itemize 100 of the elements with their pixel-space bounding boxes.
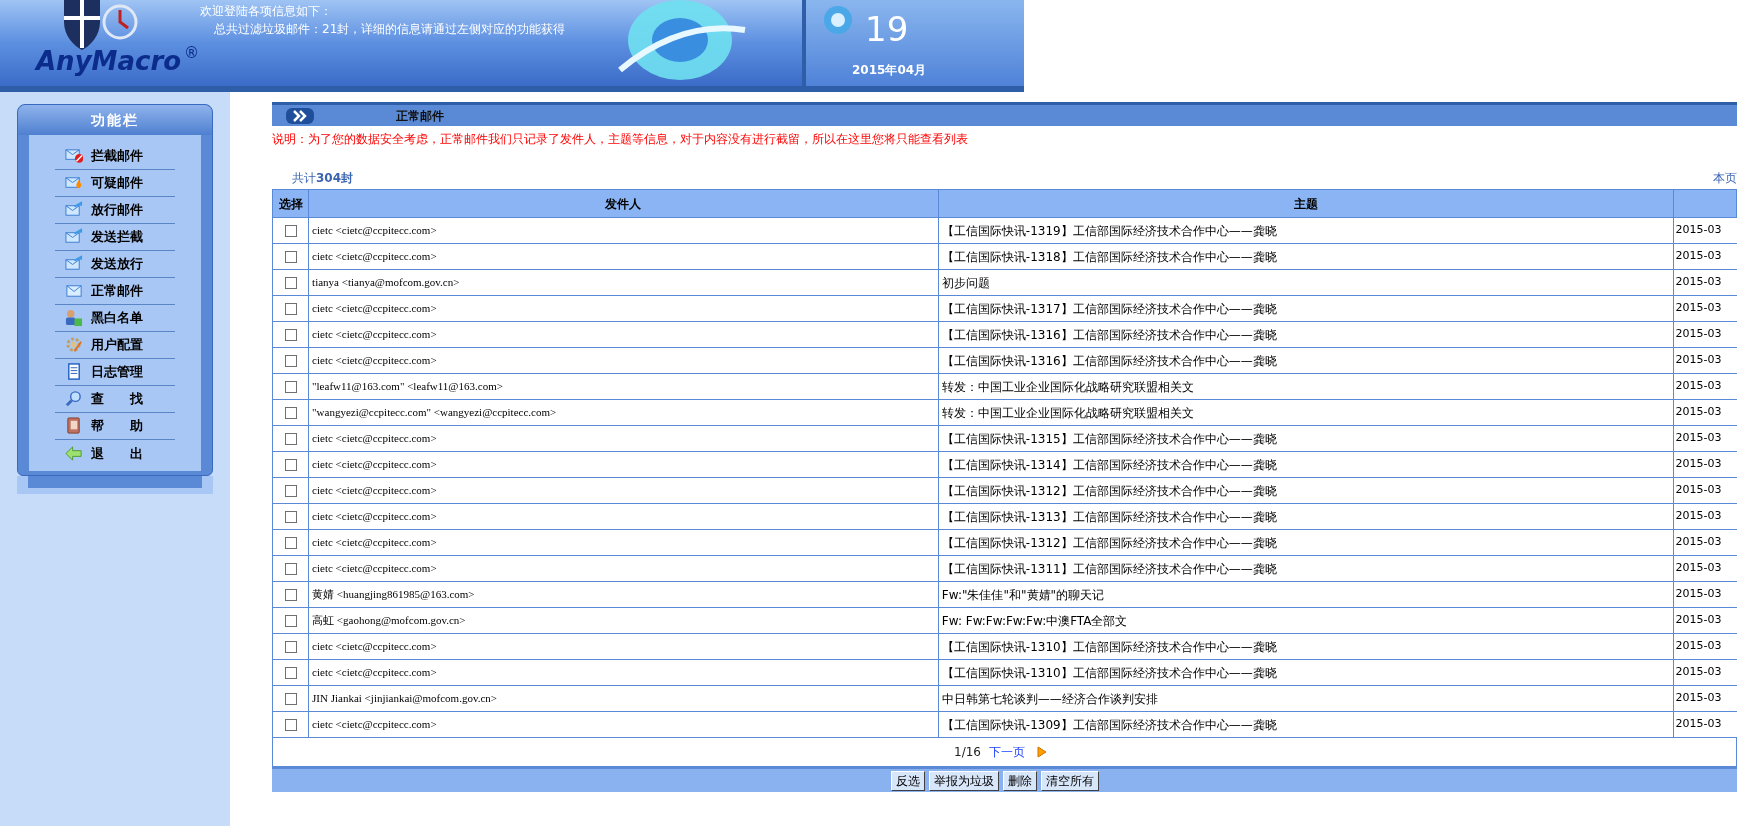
sender-cell: "leafw11@163.com" <leafw11@163.com> [308,373,939,400]
subject-cell: 【工信国际快讯-1316】工信部国际经济技术合作中心——龚晓 [938,347,1674,374]
sender-cell: 黄婧 <huangjing861985@163.com> [308,581,939,608]
subject-cell: 【工信国际快讯-1310】工信部国际经济技术合作中心——龚晓 [938,659,1674,686]
row-checkbox[interactable] [284,277,297,289]
day-number: 19 [865,12,909,46]
row-checkbox[interactable] [284,537,297,549]
sender-cell: cietc <cietc@ccpitecc.com> [308,477,939,504]
subject-cell: 【工信国际快讯-1316】工信部国际经济技术合作中心——龚晓 [938,321,1674,348]
subject-cell: Fw:"朱佳佳"和"黄婧"的聊天记 [938,581,1674,608]
row-checkbox[interactable] [284,563,297,575]
sender-cell: 高虹 <gaohong@mofcom.gov.cn> [308,607,939,634]
search-icon[interactable] [65,390,83,408]
document-icon[interactable] [65,363,83,381]
sender-cell: cietc <cietc@ccpitecc.com> [308,555,939,582]
subject-cell: 【工信国际快讯-1314】工信部国际经济技术合作中心——龚晓 [938,451,1674,478]
row-checkbox[interactable] [284,667,297,679]
subject-cell: 【工信国际快讯-1309】工信部国际经济技术合作中心——龚晓 [938,711,1674,738]
column-header: 选择 [272,189,309,218]
month-text: 2015年04月 [852,62,927,79]
subject-cell: 【工信国际快讯-1311】工信部国际经济技术合作中心——龚晓 [938,555,1674,582]
subject-cell: 【工信国际快讯-1312】工信部国际经济技术合作中心——龚晓 [938,477,1674,504]
row-checkbox[interactable] [284,615,297,627]
row-checkbox[interactable] [284,355,297,367]
subject-cell: 【工信国际快讯-1317】工信部国际经济技术合作中心——龚晓 [938,295,1674,322]
subject-cell: 【工信国际快讯-1312】工信部国际经济技术合作中心——龚晓 [938,529,1674,556]
page-label[interactable]: 本页 [1713,169,1737,187]
subject-cell: 转发：中国工业企业国际化战略研究联盟相关文 [938,399,1674,426]
row-checkbox[interactable] [284,381,297,393]
mail-arrow-icon[interactable] [65,228,83,246]
total-count: 共计304封 [292,170,354,187]
sidebar-item[interactable]: 查 找 [91,389,143,409]
sender-cell: cietc <cietc@ccpitecc.com> [308,243,939,270]
sidebar-item[interactable]: 拦截邮件 [91,146,143,166]
row-checkbox[interactable] [284,407,297,419]
row-checkbox[interactable] [284,225,297,237]
subject-cell: 中日韩第七轮谈判——经济合作谈判安排 [938,685,1674,712]
row-checkbox[interactable] [284,693,297,705]
sender-cell: JIN Jiankai <jinjiankai@mofcom.gov.cn> [308,685,939,712]
subject-cell: 【工信国际快讯-1319】工信部国际经济技术合作中心——龚晓 [938,217,1674,244]
sidebar-item[interactable]: 黑白名单 [91,308,143,328]
row-checkbox[interactable] [284,329,297,341]
action-button[interactable]: 清空所有 [1041,770,1099,791]
sender-cell: cietc <cietc@ccpitecc.com> [308,451,939,478]
sender-cell: cietc <cietc@ccpitecc.com> [308,711,939,738]
subject-cell: 【工信国际快讯-1313】工信部国际经济技术合作中心——龚晓 [938,503,1674,530]
book-icon[interactable] [65,417,83,435]
sender-cell: cietc <cietc@ccpitecc.com> [308,347,939,374]
sender-cell: "wangyezi@ccpitecc.com" <wangyezi@ccpitecc.com> [308,399,939,426]
sidebar-item[interactable]: 正常邮件 [91,281,143,301]
sidebar-item[interactable]: 发送放行 [91,254,143,274]
logo-mark: ® [184,43,200,64]
page-position: 1/16 [954,744,981,761]
sidebar-title: 功能栏 [18,105,212,135]
action-button[interactable]: 删除 [1003,770,1037,791]
subject-cell: 【工信国际快讯-1310】工信部国际经济技术合作中心——龚晓 [938,633,1674,660]
subject-cell: Fw: Fw:Fw:Fw:Fw:中澳FTA全部文 [938,607,1674,634]
sidebar-item[interactable]: 放行邮件 [91,200,143,220]
row-checkbox[interactable] [284,511,297,523]
mail-arrow-icon[interactable] [65,255,83,273]
next-arrow-icon[interactable] [1036,746,1047,758]
sender-cell: cietc <cietc@ccpitecc.com> [308,295,939,322]
next-page-link[interactable]: 下一页 [988,743,1025,761]
row-checkbox[interactable] [284,589,297,601]
row-checkbox[interactable] [284,303,297,315]
sender-cell: cietc <cietc@ccpitecc.com> [308,659,939,686]
mail-arrow-icon[interactable] [65,201,83,219]
row-checkbox[interactable] [284,641,297,653]
blocked-mail-icon[interactable] [65,147,83,165]
column-header: 主题 [938,189,1674,218]
welcome-text: 欢迎登陆各项信息如下： [200,3,333,20]
envelope-icon[interactable] [65,282,83,300]
sidebar-item[interactable]: 日志管理 [91,362,143,382]
row-checkbox[interactable] [284,433,297,445]
sidebar-item[interactable]: 发送拦截 [91,227,143,247]
user-list-icon[interactable] [65,309,83,327]
sender-cell: cietc <cietc@ccpitecc.com> [308,633,939,660]
summary-text: 总共过滤垃圾邮件：21封，详细的信息请通过左侧对应的功能获得 [214,21,566,38]
section-title: 正常邮件 [396,107,444,125]
action-button[interactable]: 反选 [891,770,925,791]
sender-cell: cietc <cietc@ccpitecc.com> [308,425,939,452]
double-chevron-icon [286,107,314,124]
logo-text: AnyMacro [36,45,182,78]
subject-cell: 【工信国际快讯-1318】工信部国际经济技术合作中心——龚晓 [938,243,1674,270]
subject-cell: 初步问题 [938,269,1674,296]
sidebar-item[interactable]: 帮 助 [91,416,143,436]
row-checkbox[interactable] [284,485,297,497]
notice-text: 说明：为了您的数据安全考虑，正常邮件我们只记录了发件人，主题等信息，对于内容没有进行截留，所以在这里您将只能查看列表 [272,131,969,148]
sender-cell: tianya <tianya@mofcom.gov.cn> [308,269,939,296]
action-button[interactable]: 举报为垃圾 [929,770,999,791]
sidebar-item[interactable]: 用户配置 [91,335,143,355]
subject-cell: 【工信国际快讯-1315】工信部国际经济技术合作中心——龚晓 [938,425,1674,452]
row-checkbox[interactable] [284,251,297,263]
row-checkbox[interactable] [284,719,297,731]
sidebar-item[interactable]: 可疑邮件 [91,173,143,193]
sidebar-item[interactable]: 退 出 [91,443,143,464]
sender-cell: cietc <cietc@ccpitecc.com> [308,503,939,530]
sender-cell: cietc <cietc@ccpitecc.com> [308,321,939,348]
column-header: 发件人 [308,189,939,218]
row-checkbox[interactable] [284,459,297,471]
